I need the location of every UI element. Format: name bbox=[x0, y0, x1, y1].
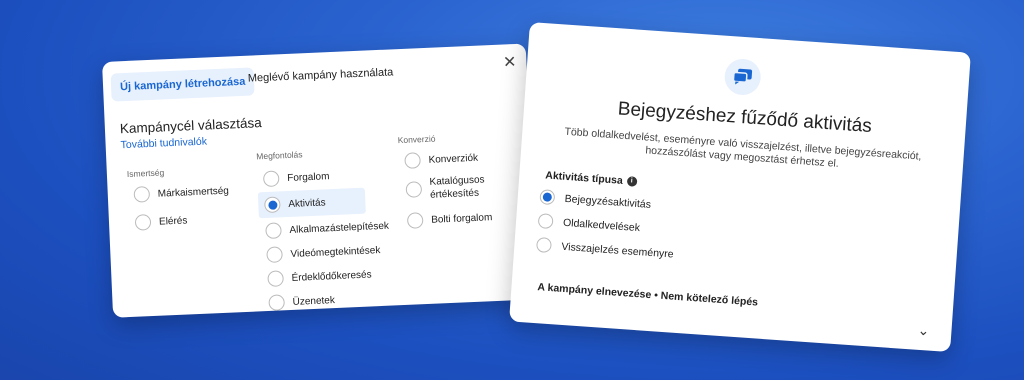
option-conversions[interactable]: Konverziók bbox=[404, 150, 478, 169]
engagement-type-heading: Aktivitás típusa i bbox=[544, 169, 638, 187]
option-store-traffic[interactable]: Bolti forgalom bbox=[406, 209, 493, 229]
option-reach[interactable]: Elérés bbox=[134, 212, 188, 231]
option-engagement[interactable]: Aktivitás bbox=[257, 187, 367, 219]
option-event-responses[interactable]: Visszajelzés eseményre bbox=[535, 237, 675, 262]
radio-icon[interactable] bbox=[267, 270, 284, 287]
option-label: Oldalkedvelések bbox=[562, 216, 641, 234]
option-label: Konverziók bbox=[428, 152, 479, 166]
option-label: Visszajelzés eseményre bbox=[561, 240, 675, 261]
section-title: Kampánycél választása bbox=[119, 115, 262, 137]
option-video-views[interactable]: Videómegtekintések bbox=[266, 242, 381, 263]
radio-icon[interactable] bbox=[133, 186, 151, 203]
tab-existing-campaign[interactable]: Meglévő kampány használata bbox=[248, 66, 394, 84]
learn-more-link[interactable]: További tudnivalók bbox=[120, 136, 207, 152]
radio-icon[interactable] bbox=[535, 237, 552, 254]
column-heading-consideration: Megfontolás bbox=[256, 149, 303, 162]
close-icon[interactable]: ✕ bbox=[503, 52, 517, 73]
option-label: Bolti forgalom bbox=[430, 211, 493, 226]
tab-new-campaign[interactable]: Új kampány létrehozása bbox=[110, 67, 255, 102]
radio-icon[interactable] bbox=[266, 246, 283, 263]
option-page-likes[interactable]: Oldalkedvelések bbox=[537, 213, 641, 235]
option-label: Forgalom bbox=[286, 170, 330, 184]
option-lead-generation[interactable]: Érdeklődőkeresés bbox=[267, 266, 372, 287]
option-brand-awareness[interactable]: Márkaismertség bbox=[133, 183, 229, 203]
info-icon[interactable]: i bbox=[626, 176, 638, 187]
engagement-detail-dialog: Bejegyzéshez fűződő aktivitás Több oldal… bbox=[509, 22, 971, 353]
option-label: Katalógusos értékesítés bbox=[429, 174, 485, 201]
radio-icon[interactable] bbox=[268, 294, 286, 311]
option-post-engagement[interactable]: Bejegyzésaktivitás bbox=[539, 189, 651, 212]
option-label: Üzenetek bbox=[292, 294, 336, 308]
column-heading-conversion: Konverzió bbox=[397, 133, 436, 146]
engagement-type-label: Aktivitás típusa bbox=[544, 169, 624, 187]
radio-icon[interactable] bbox=[404, 152, 421, 169]
option-label: Elérés bbox=[158, 214, 188, 228]
option-catalog-sales[interactable]: Katalógusos értékesítés bbox=[405, 173, 485, 202]
radio-icon[interactable] bbox=[405, 181, 423, 198]
option-label: Bejegyzésaktivitás bbox=[564, 192, 652, 211]
option-label: Aktivitás bbox=[288, 196, 326, 210]
chevron-down-icon[interactable]: ⌄ bbox=[917, 322, 930, 340]
radio-selected-icon[interactable] bbox=[539, 189, 556, 206]
radio-icon[interactable] bbox=[262, 170, 280, 188]
option-messages[interactable]: Üzenetek bbox=[268, 292, 335, 311]
radio-icon[interactable] bbox=[134, 214, 152, 231]
radio-icon[interactable] bbox=[406, 212, 424, 229]
chat-bubbles-icon bbox=[723, 57, 762, 97]
option-app-installs[interactable]: Alkalmazástelepítések bbox=[265, 218, 390, 240]
option-traffic[interactable]: Forgalom bbox=[262, 168, 330, 188]
campaign-objective-dialog: Új kampány létrehozása Meglévő kampány h… bbox=[102, 43, 537, 318]
campaign-name-section[interactable]: A kampány elnevezése • Nem kötelező lépé… bbox=[537, 281, 758, 308]
radio-icon[interactable] bbox=[537, 213, 554, 230]
option-label: Érdeklődőkeresés bbox=[291, 268, 372, 284]
radio-icon[interactable] bbox=[265, 222, 282, 240]
radio-selected-icon[interactable] bbox=[264, 196, 281, 214]
column-heading-awareness: Ismertség bbox=[126, 167, 165, 180]
option-label: Videómegtekintések bbox=[290, 244, 381, 260]
option-label: Márkaismertség bbox=[157, 185, 230, 200]
option-label: Alkalmazástelepítések bbox=[289, 220, 390, 236]
